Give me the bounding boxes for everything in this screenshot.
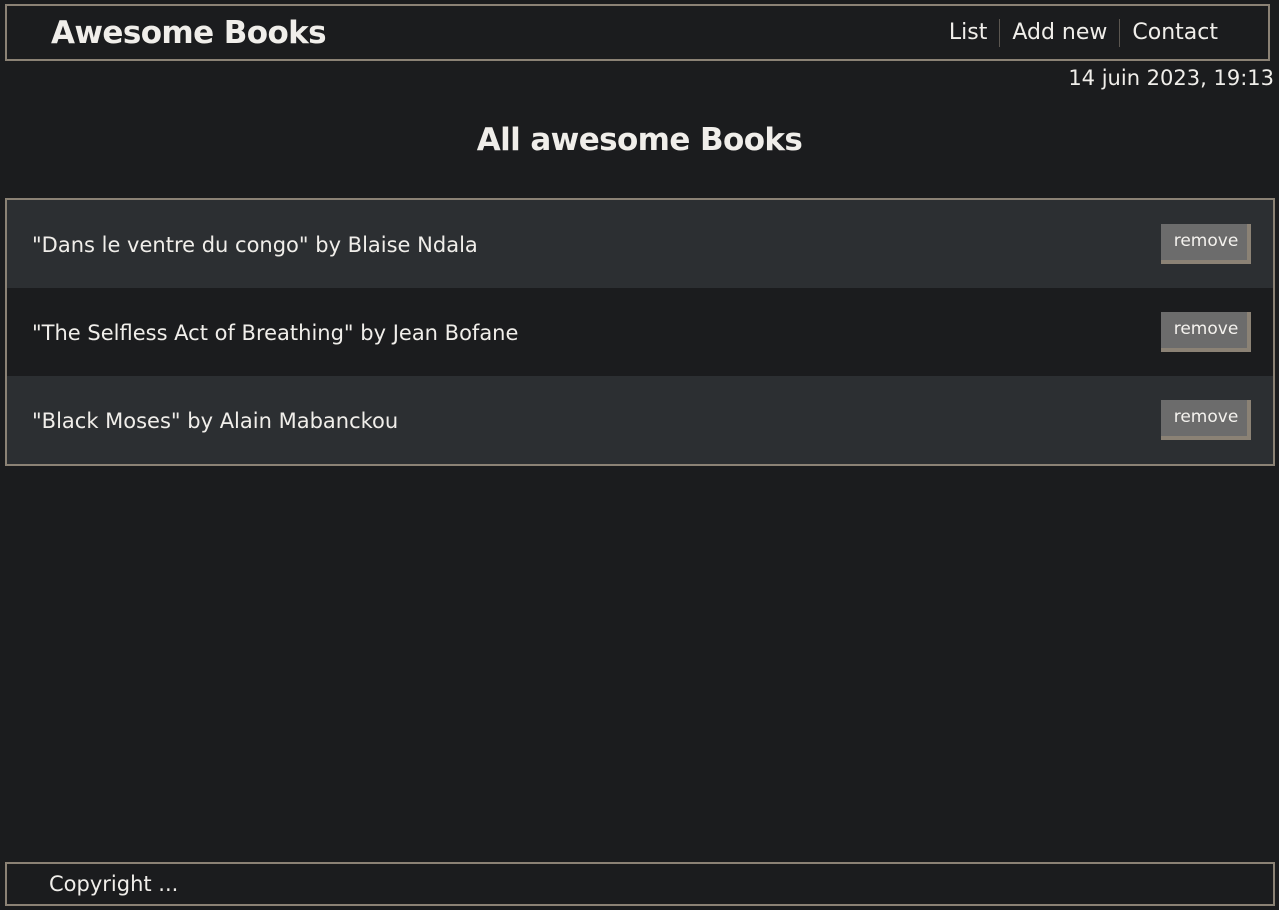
remove-book-button[interactable]: remove xyxy=(1161,312,1251,352)
nav-link-list[interactable]: List xyxy=(937,19,999,47)
nav-link-add-new[interactable]: Add new xyxy=(999,18,1119,47)
book-item: "Dans le ventre du congo" by Blaise Ndal… xyxy=(7,200,1273,288)
remove-book-button[interactable]: remove xyxy=(1161,400,1251,440)
book-title-author: "Black Moses" by Alain Mabanckou xyxy=(32,409,399,433)
remove-book-button[interactable]: remove xyxy=(1161,224,1251,264)
book-item: "Black Moses" by Alain Mabanckou remove xyxy=(7,376,1273,464)
book-title-author: "Dans le ventre du congo" by Blaise Ndal… xyxy=(32,233,478,257)
book-title-author: "The Selfless Act of Breathing" by Jean … xyxy=(32,321,519,345)
site-header: Awesome Books List Add new Contact xyxy=(5,4,1270,61)
book-list: "Dans le ventre du congo" by Blaise Ndal… xyxy=(5,198,1275,466)
book-item: "The Selfless Act of Breathing" by Jean … xyxy=(7,288,1273,376)
site-footer: Copyright ... xyxy=(5,862,1275,906)
nav-link-contact[interactable]: Contact xyxy=(1119,18,1228,47)
site-logo[interactable]: Awesome Books xyxy=(51,15,327,51)
page-title: All awesome Books xyxy=(476,122,803,158)
main-nav: List Add new Contact xyxy=(937,18,1228,47)
current-datetime: 14 juin 2023, 19:13 xyxy=(1068,66,1274,90)
copyright-text: Copyright ... xyxy=(49,872,179,896)
